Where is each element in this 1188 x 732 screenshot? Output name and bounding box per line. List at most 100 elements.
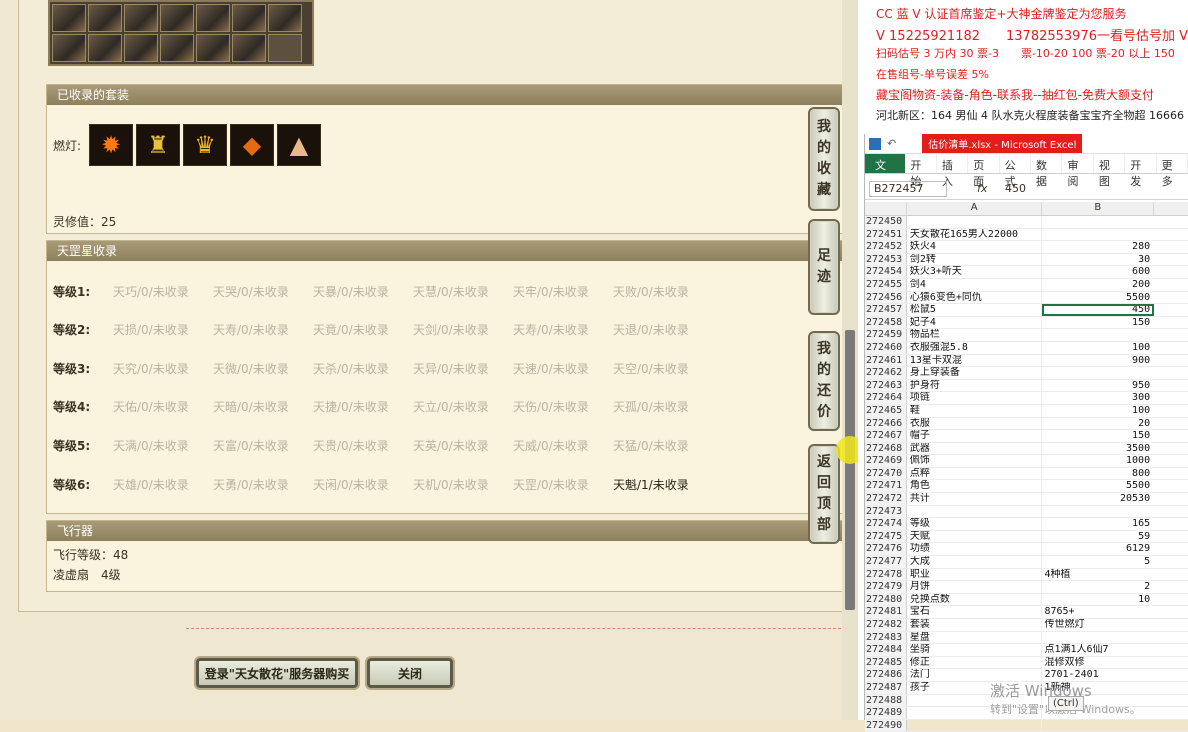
column-header-c[interactable] — [1154, 202, 1188, 215]
cell-a[interactable]: 职业 — [907, 568, 1043, 581]
cell-b[interactable]: 300 — [1042, 392, 1154, 404]
cell-b[interactable] — [1042, 506, 1154, 518]
cell-c[interactable] — [1154, 606, 1188, 618]
cell-a[interactable]: 共计 — [907, 493, 1043, 505]
cell-c[interactable] — [1154, 443, 1188, 455]
cell-b[interactable] — [1042, 367, 1154, 379]
row-number[interactable]: 272456 — [865, 291, 907, 304]
cell-c[interactable] — [1154, 405, 1188, 417]
cell-c[interactable] — [1154, 430, 1188, 442]
ribbon-tab[interactable]: 更多 — [1157, 154, 1188, 188]
cell-c[interactable] — [1154, 569, 1188, 581]
row-number[interactable]: 272469 — [865, 455, 907, 467]
flame-icon[interactable]: ✹ — [89, 124, 133, 166]
cell-b[interactable]: 150 — [1042, 430, 1154, 442]
row-number[interactable]: 272484 — [865, 644, 907, 656]
cell-c[interactable] — [1154, 506, 1188, 518]
row-number[interactable]: 272457 — [865, 304, 907, 316]
cell-a[interactable]: 大成 — [907, 556, 1043, 568]
cell-c[interactable] — [1154, 292, 1188, 304]
cell-c[interactable] — [1154, 216, 1188, 228]
formula-input[interactable]: 450 — [1005, 182, 1026, 195]
row-number[interactable]: 272490 — [865, 719, 907, 732]
cell-a[interactable]: 兑换点数 — [907, 593, 1043, 606]
cell-b[interactable]: 900 — [1042, 355, 1154, 367]
fx-icon[interactable]: fx — [977, 182, 997, 195]
cell-c[interactable] — [1154, 682, 1188, 694]
cell-c[interactable] — [1154, 619, 1188, 631]
cell-c[interactable] — [1154, 695, 1188, 707]
cell-a[interactable]: 帽子 — [907, 430, 1043, 442]
cell-b[interactable]: 59 — [1042, 531, 1154, 543]
cell-a[interactable]: 妖火4 — [907, 241, 1043, 253]
inventory-slot[interactable] — [124, 34, 158, 62]
cell-a[interactable]: 剑2转 — [907, 253, 1043, 266]
cell-a[interactable]: 鞋 — [907, 404, 1043, 417]
inventory-slot[interactable] — [88, 34, 122, 62]
row-number[interactable]: 272478 — [865, 568, 907, 581]
cell-b[interactable]: 100 — [1042, 405, 1154, 417]
cell-c[interactable] — [1154, 355, 1188, 367]
cell-a[interactable]: 护身符 — [907, 379, 1043, 392]
cell-c[interactable] — [1154, 669, 1188, 681]
my-collection-tab[interactable]: 我的收藏 — [808, 107, 840, 211]
inventory-slot[interactable] — [160, 34, 194, 62]
cell-c[interactable] — [1154, 720, 1188, 732]
row-number[interactable]: 272467 — [865, 430, 907, 442]
column-header-a[interactable]: A — [907, 202, 1043, 215]
row-number[interactable]: 272480 — [865, 593, 907, 606]
ribbon-tab[interactable]: 页面 — [968, 154, 1000, 188]
inventory-slot[interactable] — [268, 4, 302, 32]
cell-a[interactable]: 妃子4 — [907, 316, 1043, 329]
ribbon-file-tab[interactable]: 文件 — [865, 154, 906, 188]
cell-c[interactable] — [1154, 468, 1188, 480]
row-number[interactable]: 272470 — [865, 467, 907, 480]
row-number[interactable]: 272460 — [865, 341, 907, 354]
inventory-slot[interactable] — [52, 4, 86, 32]
inventory-slot[interactable] — [232, 34, 266, 62]
cell-b[interactable]: 30 — [1042, 254, 1154, 266]
cell-a[interactable] — [907, 719, 1043, 732]
paste-options-button[interactable]: (Ctrl) — [1048, 696, 1084, 711]
cell-c[interactable] — [1154, 418, 1188, 430]
name-box[interactable]: B272457 — [869, 180, 947, 197]
cell-a[interactable]: 等级 — [907, 518, 1043, 530]
cell-b[interactable] — [1042, 329, 1154, 341]
sheet-grid[interactable]: 272450 272451 天女散花165男人22000 272452 妖火4 280 27… — [865, 216, 1188, 732]
cell-b[interactable]: 3500 — [1042, 443, 1154, 455]
cell-a[interactable]: 身上穿装备 — [907, 367, 1043, 379]
cell-c[interactable] — [1154, 342, 1188, 354]
cell-a[interactable]: 衣服 — [907, 417, 1043, 430]
inventory-slot[interactable] — [160, 4, 194, 32]
cell-b[interactable]: 1000 — [1042, 455, 1154, 467]
inventory-slot[interactable] — [124, 4, 158, 32]
corner-cell[interactable] — [865, 202, 907, 215]
cell-b[interactable]: 混修双修 — [1042, 657, 1154, 669]
cell-a[interactable]: 坐骑 — [907, 644, 1043, 656]
row-number[interactable]: 272483 — [865, 631, 907, 644]
cell-a[interactable] — [907, 505, 1043, 518]
row-number[interactable]: 272474 — [865, 518, 907, 530]
cell-b[interactable] — [1042, 229, 1154, 241]
cell-a[interactable]: 心猿6变色+同仇 — [907, 291, 1043, 304]
close-button[interactable]: 关闭 — [367, 658, 453, 688]
cell-a[interactable]: 妖火3+听天 — [907, 266, 1043, 278]
inventory-slot[interactable] — [88, 4, 122, 32]
cell-b[interactable]: 20530 — [1042, 493, 1154, 505]
row-number[interactable]: 272463 — [865, 379, 907, 392]
cell-a[interactable]: 武器 — [907, 442, 1043, 455]
ribbon-tab[interactable]: 开始 — [905, 154, 937, 188]
row-number[interactable]: 272471 — [865, 480, 907, 493]
row-number[interactable]: 272452 — [865, 241, 907, 253]
row-number[interactable]: 272486 — [865, 669, 907, 681]
cell-c[interactable] — [1154, 279, 1188, 291]
cell-c[interactable] — [1154, 367, 1188, 379]
row-number[interactable]: 272451 — [865, 228, 907, 241]
inventory-slot[interactable] — [52, 34, 86, 62]
inventory-slot-empty[interactable] — [268, 34, 302, 62]
back-to-top-tab[interactable]: 返回顶部 — [808, 444, 840, 544]
gem-icon[interactable]: ◆ — [230, 124, 274, 166]
cell-b[interactable]: 200 — [1042, 279, 1154, 291]
ribbon-tab[interactable]: 公式 — [1000, 154, 1032, 188]
ribbon-tab[interactable]: 开发 — [1125, 154, 1157, 188]
